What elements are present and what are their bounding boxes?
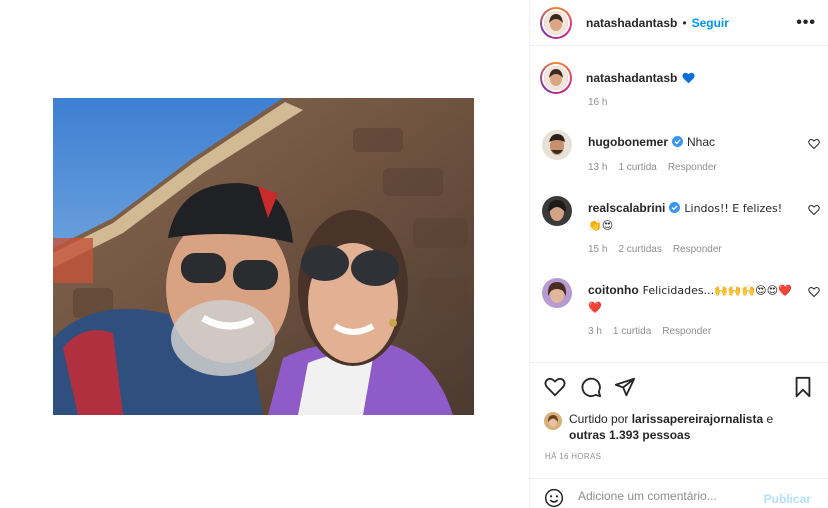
comment-text: Nhac bbox=[687, 135, 716, 149]
likes-prefix: Curtido por bbox=[569, 412, 629, 426]
reply-button[interactable]: Responder bbox=[662, 326, 711, 337]
liker-username[interactable]: larissapereirajornalista bbox=[632, 412, 763, 426]
commenter-avatar-image bbox=[542, 278, 572, 308]
emoji-smile-icon[interactable] bbox=[544, 488, 564, 508]
reply-button[interactable]: Responder bbox=[668, 162, 717, 173]
commenter-avatar-image bbox=[542, 196, 572, 226]
post-sidebar: natashadantasb • Seguir ••• natashadanta… bbox=[529, 0, 828, 508]
liker-avatar-image bbox=[544, 412, 562, 430]
commenter-avatar-image bbox=[542, 130, 572, 160]
commenter-username[interactable]: realscalabrini bbox=[588, 201, 665, 215]
commenter-username[interactable]: hugobonemer bbox=[588, 135, 668, 149]
comment-likes-count[interactable]: 2 curtidas bbox=[618, 244, 661, 255]
comment-likes-count[interactable]: 1 curtida bbox=[613, 326, 651, 337]
likes-text: Curtido por larissapereirajornalista e o… bbox=[569, 411, 809, 443]
verified-badge-icon bbox=[669, 202, 681, 213]
comment-time: 3 h bbox=[588, 326, 602, 337]
more-options-icon[interactable]: ••• bbox=[796, 14, 816, 32]
author-username[interactable]: natashadantasb bbox=[586, 16, 677, 30]
verified-badge-icon bbox=[672, 136, 683, 147]
caption-time: 16 h bbox=[588, 97, 608, 108]
author-avatar-image bbox=[544, 10, 568, 35]
commenter-username[interactable]: coitonho bbox=[588, 283, 639, 297]
liker-avatar[interactable] bbox=[544, 412, 562, 430]
selfie-photo-illustration bbox=[53, 98, 474, 415]
media-pane bbox=[0, 0, 529, 508]
separator-dot: • bbox=[682, 15, 687, 30]
comment-meta: 15 h 2 curtidas Responder bbox=[588, 244, 722, 255]
comment-time: 15 h bbox=[588, 244, 608, 255]
add-comment-bar: Publicar bbox=[530, 478, 828, 508]
likes-others[interactable]: outras 1.393 pessoas bbox=[569, 428, 690, 442]
follow-button[interactable]: Seguir bbox=[692, 16, 729, 30]
caption-username[interactable]: natashadantasb bbox=[586, 71, 677, 85]
likes-joiner: e bbox=[766, 412, 774, 426]
publish-button[interactable]: Publicar bbox=[764, 492, 811, 506]
commenter-avatar[interactable] bbox=[542, 196, 572, 226]
like-heart-icon[interactable] bbox=[808, 204, 820, 216]
comment-input[interactable] bbox=[578, 489, 758, 503]
reply-button[interactable]: Responder bbox=[673, 244, 722, 255]
bookmark-icon[interactable] bbox=[792, 376, 814, 398]
like-heart-icon[interactable] bbox=[544, 376, 566, 398]
caption-avatar-image bbox=[544, 66, 568, 90]
comment-bubble-icon[interactable] bbox=[580, 376, 602, 398]
like-heart-icon[interactable] bbox=[808, 286, 820, 298]
like-heart-icon[interactable] bbox=[808, 138, 820, 150]
posted-time: HÁ 16 HORAS bbox=[545, 452, 602, 461]
commenter-avatar[interactable] bbox=[542, 130, 572, 160]
caption: natashadantasb bbox=[540, 62, 695, 94]
post-photo[interactable] bbox=[53, 98, 474, 415]
comment-meta: 13 h 1 curtida Responder bbox=[588, 162, 717, 173]
likes-summary: Curtido por larissapereirajornalista e o… bbox=[544, 411, 809, 443]
comment-time: 13 h bbox=[588, 162, 608, 173]
post-actions-bar bbox=[530, 362, 828, 408]
comment-likes-count[interactable]: 1 curtida bbox=[618, 162, 656, 173]
author-avatar[interactable] bbox=[540, 6, 572, 39]
blue-heart-icon bbox=[682, 72, 695, 84]
commenter-avatar[interactable] bbox=[542, 278, 572, 308]
caption-avatar[interactable] bbox=[540, 62, 572, 94]
share-paper-plane-icon[interactable] bbox=[614, 376, 636, 398]
post-header: natashadantasb • Seguir ••• bbox=[530, 0, 828, 46]
comment-meta: 3 h 1 curtida Responder bbox=[588, 326, 711, 337]
